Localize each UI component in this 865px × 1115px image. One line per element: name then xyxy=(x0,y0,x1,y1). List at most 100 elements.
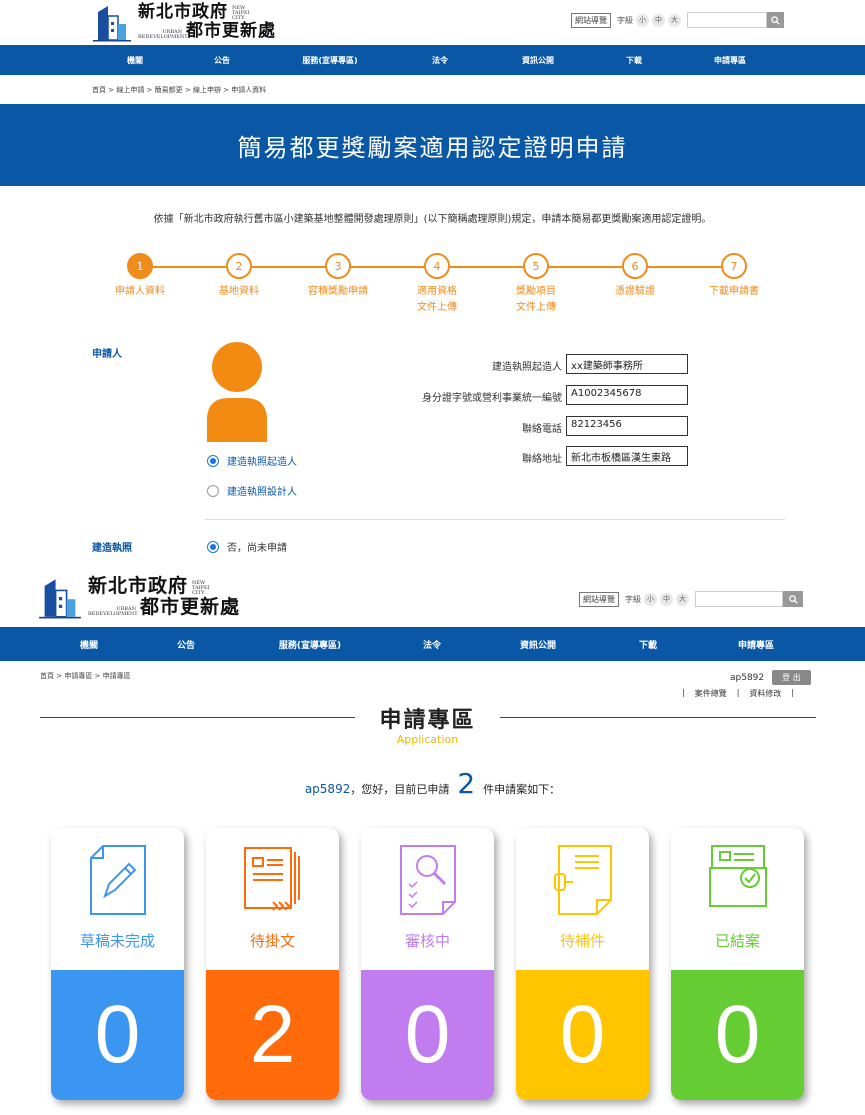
step-label-line: 憑證驗證 xyxy=(615,286,655,297)
step-label-line: 申請人資料 xyxy=(115,286,165,297)
intro-text: 依據「新北市政府執行舊市區小建築基地整體開發處理原則」(以下簡稱處理原則)規定，… xyxy=(153,214,712,225)
radio-designer[interactable]: 建造執照設計人 xyxy=(207,483,297,498)
search-icon xyxy=(788,594,798,604)
card-top: 已結案 xyxy=(671,828,804,970)
user-bar: ap5892 登 出 xyxy=(730,670,811,685)
logo-en-top: NEW TAIPEI CITY xyxy=(192,580,210,596)
status-card-draft[interactable]: 草稿未完成 0 xyxy=(51,828,184,1100)
card-label: 待補件 xyxy=(559,932,605,950)
step-number: 6 xyxy=(622,253,648,279)
greet-count: 2 xyxy=(457,767,476,800)
sitemap-link[interactable]: 網站導覽 xyxy=(571,12,611,28)
nav-item-service[interactable]: 服務(宣導專區) xyxy=(285,55,375,66)
nav-item-news[interactable]: 公告 xyxy=(200,55,244,66)
step-6[interactable]: 6 xyxy=(622,253,648,279)
radio-builder[interactable]: 建造執照起造人 xyxy=(207,453,297,468)
building-logo-icon xyxy=(93,6,131,42)
step-number: 3 xyxy=(325,253,351,279)
card-count: 2 xyxy=(206,970,339,1100)
breadcrumb: 首頁 > 申請專區 > 申請專區 xyxy=(40,672,131,680)
card-label: 審核中 xyxy=(404,932,450,950)
permit-label: 建造執照 xyxy=(92,543,132,554)
step-5[interactable]: 5 xyxy=(523,253,549,279)
username-label: ap5892 xyxy=(730,672,765,683)
status-card-reviewing[interactable]: 審核中 0 xyxy=(361,828,494,1100)
logo-name-top: 新北市政府 xyxy=(88,575,189,597)
font-mid-button[interactable]: 中 xyxy=(660,592,673,606)
radio-permit-label: 否，尚未申請 xyxy=(227,543,287,554)
font-size-label: 字級 xyxy=(625,594,641,604)
sitemap-link[interactable]: 網站導覽 xyxy=(579,591,619,607)
logo-name-bottom: 都市更新處 xyxy=(140,596,241,618)
step-number: 5 xyxy=(523,253,549,279)
search-button[interactable] xyxy=(767,12,784,28)
site-logo[interactable]: 新北市政府 NEW TAIPEI CITY URBAN REDEVELOPMEN… xyxy=(92,2,276,42)
nav-item-law[interactable]: 法令 xyxy=(420,55,460,66)
step-label: 下載申請書 xyxy=(689,284,779,300)
nav-item-apply[interactable]: 申請專區 xyxy=(700,55,760,66)
step-2[interactable]: 2 xyxy=(226,253,252,279)
step-3[interactable]: 3 xyxy=(325,253,351,279)
step-label: 申請人資料 xyxy=(95,284,185,300)
card-top: 待補件 xyxy=(516,828,649,970)
status-card-supplement[interactable]: 待補件 0 xyxy=(516,828,649,1100)
building-logo-icon xyxy=(39,579,81,619)
step-1[interactable]: 1 xyxy=(127,253,153,279)
step-label: 容積獎勵申請 xyxy=(293,284,383,300)
nav-item-law[interactable]: 法令 xyxy=(410,638,454,651)
divider xyxy=(205,519,785,520)
font-mid-button[interactable]: 中 xyxy=(652,13,665,27)
greet-username: ap5892 xyxy=(304,782,351,796)
radio-dot xyxy=(207,484,219,497)
logo-name-top: 新北市政府 xyxy=(138,2,228,22)
font-small-button[interactable]: 小 xyxy=(636,13,649,27)
link-sep: | xyxy=(682,688,685,697)
card-top: 待掛文 xyxy=(206,828,339,970)
phone-field[interactable]: 82123456 xyxy=(566,416,688,436)
logo-en-bottom: URBAN REDEVELOPMENT xyxy=(138,29,188,40)
radio-permit-no[interactable]: 否，尚未申請 xyxy=(207,539,287,554)
nav-item-info[interactable]: 資訊公開 xyxy=(508,55,568,66)
card-top: 草稿未完成 xyxy=(51,828,184,970)
step-label-line: 獎勵項目 xyxy=(516,286,556,297)
logo-name-bottom: 都市更新處 xyxy=(186,21,276,41)
nav-item-apply[interactable]: 申請專區 xyxy=(724,638,788,651)
nav-item-info[interactable]: 資訊公開 xyxy=(506,638,570,651)
builder-field[interactable]: xx建築師事務所 xyxy=(566,354,688,374)
search-button[interactable] xyxy=(783,591,803,607)
step-4[interactable]: 4 xyxy=(424,253,450,279)
id-number-field[interactable]: A1002345678 xyxy=(566,385,688,405)
nav-item-download[interactable]: 下載 xyxy=(612,55,656,66)
nav-item-news[interactable]: 公告 xyxy=(164,638,208,651)
status-card-closed[interactable]: 已結案 0 xyxy=(671,828,804,1100)
step-7[interactable]: 7 xyxy=(721,253,747,279)
stack-doc-icon xyxy=(243,847,300,911)
status-card-pending-submit[interactable]: 待掛文 2 xyxy=(206,828,339,1100)
nav-item-service[interactable]: 服務(宣導專區) xyxy=(262,638,358,651)
step-label-line: 文件上傳 xyxy=(417,302,457,313)
edit-profile-link[interactable]: 資料修改 xyxy=(749,688,781,699)
address-field[interactable]: 新北市板橋區漢生東路 xyxy=(566,446,688,466)
step-number: 2 xyxy=(226,253,252,279)
step-label-line: 基地資料 xyxy=(219,286,259,297)
nav-item-agency[interactable]: 機關 xyxy=(67,638,111,651)
font-large-button[interactable]: 大 xyxy=(676,592,689,606)
search-input[interactable] xyxy=(695,591,783,607)
step-label: 憑證驗證 xyxy=(590,284,680,300)
search-input[interactable] xyxy=(687,12,767,28)
case-overview-link[interactable]: 案件總覽 xyxy=(695,688,727,699)
pencil-doc-icon xyxy=(89,845,146,915)
card-count: 0 xyxy=(516,970,649,1100)
step-label-line: 文件上傳 xyxy=(516,302,556,313)
link-sep: | xyxy=(736,688,740,697)
font-small-button[interactable]: 小 xyxy=(644,592,657,606)
font-large-button[interactable]: 大 xyxy=(668,13,681,27)
applicant-label: 申請人 xyxy=(92,349,122,360)
nav-item-agency[interactable]: 機關 xyxy=(115,55,155,66)
radio-builder-label: 建造執照起造人 xyxy=(227,457,297,468)
step-label: 基地資料 xyxy=(194,284,284,300)
field-phone-label: 聯絡電話 xyxy=(522,424,562,435)
nav-item-download[interactable]: 下載 xyxy=(626,638,670,651)
site-logo[interactable]: 新北市政府 NEW TAIPEI CITY URBAN REDEVELOPMEN… xyxy=(38,575,240,619)
logout-button[interactable]: 登 出 xyxy=(772,670,811,685)
